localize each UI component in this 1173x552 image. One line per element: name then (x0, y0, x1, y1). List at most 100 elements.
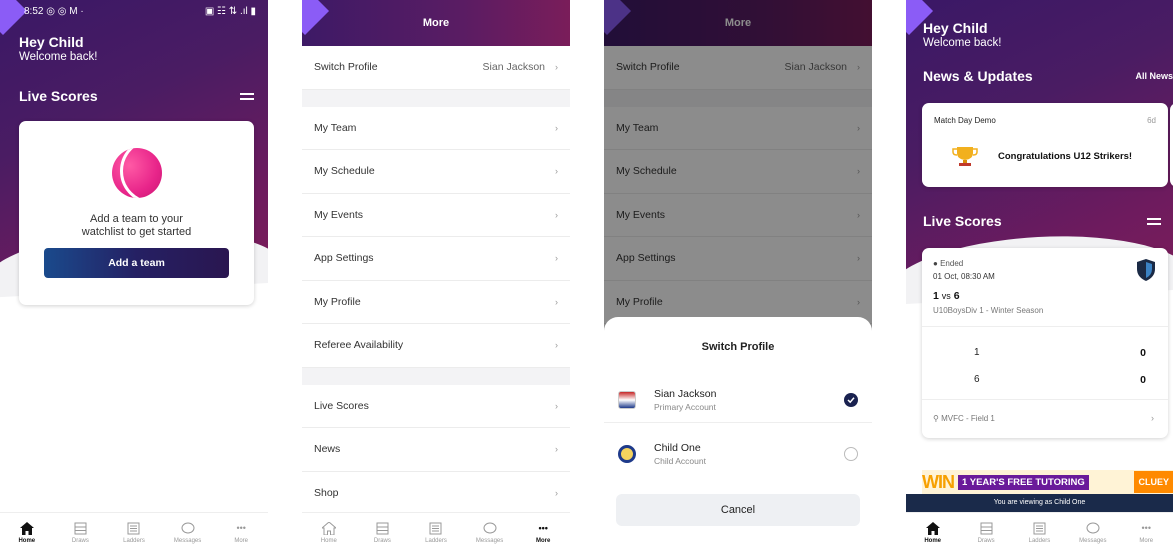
greeting-block: Hey Child Welcome back! (19, 34, 97, 63)
more-title: More (422, 17, 450, 29)
section-divider (302, 89, 570, 107)
ad-win-text: WIN (922, 471, 955, 492)
greeting-title: Hey Child (19, 34, 84, 50)
club-badge-icon (618, 445, 636, 463)
tab-draws[interactable]: Draws (358, 521, 406, 544)
score-row-team: 1 (974, 347, 980, 358)
chevron-right-icon: › (1151, 413, 1154, 423)
menu-item-shop[interactable]: Shop › (302, 471, 570, 515)
more-icon: ••• (1141, 523, 1151, 533)
empty-message-line1: Add a team to your (90, 213, 183, 225)
tab-home[interactable]: Home (3, 521, 51, 544)
status-bar: 8:52 ◎ ◎ M · ▣ ☷ ⇅ .ıl ▮ (0, 0, 268, 22)
menu-item-my-profile[interactable]: My Profile › (302, 280, 570, 324)
greeting-title: Hey Child (923, 20, 988, 36)
section-divider (302, 367, 570, 385)
add-team-button[interactable]: Add a team (44, 248, 229, 278)
bottom-tab-bar: Home Draws Ladders Messages ••• More (906, 512, 1173, 552)
more-header: More (302, 0, 570, 46)
menu-item-live-scores[interactable]: Live Scores › (302, 384, 570, 428)
trophy-icon (952, 145, 978, 172)
chevron-right-icon: › (555, 166, 558, 177)
messages-icon (181, 521, 195, 535)
draws-icon (73, 521, 87, 535)
live-scores-title: Live Scores (923, 213, 1002, 229)
filter-icon[interactable] (1147, 215, 1161, 227)
live-scores-header: Live Scores (19, 88, 254, 104)
news-card[interactable]: Match Day Demo 6d Congratulations U12 St… (922, 103, 1168, 187)
menu-item-my-schedule[interactable]: My Schedule › (302, 150, 570, 194)
ladders-icon (429, 521, 443, 535)
welcome-text: Welcome back! (19, 51, 98, 63)
cancel-button[interactable]: Cancel (616, 494, 860, 526)
account-option-primary[interactable]: Sian Jackson Primary Account (604, 377, 872, 423)
tab-messages[interactable]: Messages (1069, 521, 1117, 544)
switch-profile-sheet-screen: More Switch Profile Sian Jackson › My Tea… (604, 0, 872, 552)
match-venue[interactable]: ⚲ MVFC - Field 1 (933, 414, 995, 423)
menu-item-my-team[interactable]: My Team › (302, 106, 570, 150)
menu-item-news[interactable]: News › (302, 428, 570, 472)
location-pin-icon: ⚲ (933, 414, 939, 423)
account-option-child[interactable]: Child One Child Account (604, 431, 872, 477)
tab-more[interactable]: ••• More (1122, 521, 1170, 544)
filter-icon[interactable] (240, 90, 254, 102)
tab-draws[interactable]: Draws (962, 521, 1010, 544)
tab-home[interactable]: Home (305, 521, 353, 544)
selected-check-icon (844, 392, 858, 407)
home-icon (321, 521, 336, 535)
draws-icon (375, 521, 389, 535)
news-source: Match Day Demo (934, 116, 996, 125)
bottom-tab-bar: Home Draws Ladders Messages ••• More (0, 512, 268, 552)
tab-more[interactable]: ••• More (217, 521, 265, 544)
menu-item-referee-availability[interactable]: Referee Availability › (302, 324, 570, 368)
score-row-score: 0 (1140, 347, 1146, 359)
draws-icon (979, 521, 993, 535)
match-division: U10BoysDiv 1 - Winter Season (933, 306, 1044, 315)
tennis-ball-icon (112, 148, 162, 198)
more-screen: More Switch Profile Sian Jackson › My Tea… (302, 0, 570, 552)
empty-message-line2: watchlist to get started (81, 226, 192, 238)
greeting-block: Hey Child Welcome back! (923, 20, 1001, 49)
status-time: 8:52 (24, 5, 44, 17)
chevron-right-icon: › (555, 253, 558, 264)
tab-ladders[interactable]: Ladders (412, 521, 460, 544)
match-status: ● Ended (933, 259, 964, 268)
news-header: News & Updates All News (923, 68, 1173, 84)
more-menu-list: Switch Profile Sian Jackson › My Team › My… (302, 46, 570, 515)
score-row-score: 0 (1140, 374, 1146, 386)
news-age: 6d (1147, 116, 1156, 125)
match-datetime: 01 Oct, 08:30 AM (933, 272, 995, 281)
ad-offer-text: 1 YEAR'S FREE TUTORING (958, 474, 1089, 490)
viewing-as-banner: You are viewing as Child One (906, 494, 1173, 512)
tab-draws[interactable]: Draws (56, 521, 104, 544)
tab-messages[interactable]: Messages (164, 521, 212, 544)
tab-ladders[interactable]: Ladders (110, 521, 158, 544)
screenshot-stage: 8:52 ◎ ◎ M · ▣ ☷ ⇅ .ıl ▮ Hey Child Welco… (0, 0, 1173, 552)
menu-item-app-settings[interactable]: App Settings › (302, 237, 570, 281)
tab-more[interactable]: ••• More (519, 521, 567, 544)
menu-item-my-events[interactable]: My Events › (302, 193, 570, 237)
home-screen-empty: 8:52 ◎ ◎ M · ▣ ☷ ⇅ .ıl ▮ Hey Child Welco… (0, 0, 268, 552)
chevron-right-icon: › (555, 340, 558, 351)
news-headline: Congratulations U12 Strikers! (998, 151, 1133, 162)
score-row-team: 6 (974, 374, 980, 385)
messages-icon (1086, 521, 1100, 535)
status-right-icons: ▣ ☷ ⇅ .ıl ▮ (204, 5, 256, 17)
tab-messages[interactable]: Messages (466, 521, 514, 544)
match-score-card[interactable]: ● Ended 01 Oct, 08:30 AM 1 vs 6 U10BoysD… (922, 248, 1168, 438)
match-teams: 1 vs 6 (933, 290, 960, 302)
switch-profile-sheet: Switch Profile Sian Jackson Primary Accou… (604, 317, 872, 552)
messages-icon (483, 521, 497, 535)
tab-ladders[interactable]: Ladders (1015, 521, 1063, 544)
chevron-right-icon: › (555, 209, 558, 220)
tab-home[interactable]: Home (909, 521, 957, 544)
bottom-tab-bar: Home Draws Ladders Messages ••• More (302, 512, 570, 552)
club-shield-icon (1136, 258, 1156, 287)
sheet-title: Switch Profile (701, 341, 775, 353)
ad-banner[interactable]: WIN 1 YEAR'S FREE TUTORING CLUEY (922, 470, 1173, 494)
chevron-right-icon: › (555, 444, 558, 455)
switch-profile-row[interactable]: Switch Profile Sian Jackson › (302, 46, 570, 90)
ladders-icon (127, 521, 141, 535)
all-news-link[interactable]: All News (1135, 71, 1173, 81)
empty-watchlist-card: Add a team to your watchlist to get star… (19, 121, 254, 305)
